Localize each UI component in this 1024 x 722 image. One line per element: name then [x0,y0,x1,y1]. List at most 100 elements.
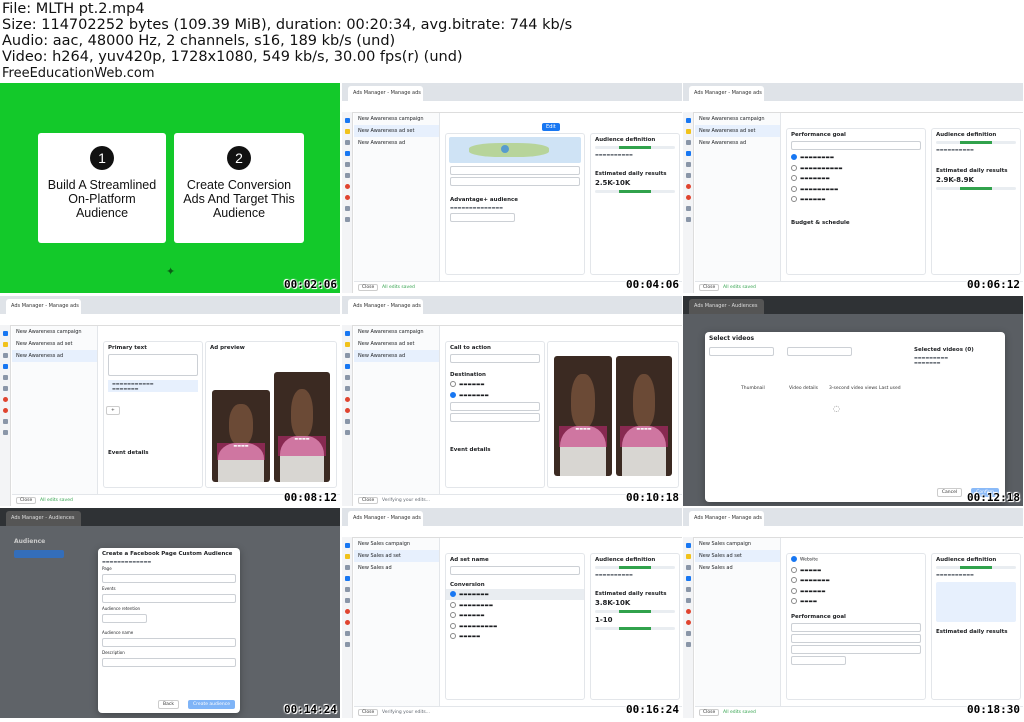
destination-card: Call to action Destination ▬▬▬▬▬▬ ▬▬▬▬▬▬… [445,341,545,488]
cost-per-result-input[interactable] [791,655,846,665]
dropdown-option[interactable]: ▬▬▬▬▬▬▬▬▬ [787,184,925,195]
back-button[interactable]: Back [158,700,179,709]
conversion-option[interactable]: ▬▬▬▬▬ [787,565,925,576]
ad-item[interactable]: New Sales ad [354,562,439,574]
retention-input[interactable] [102,614,147,623]
close-button[interactable]: Close [358,284,379,291]
cancel-button[interactable]: Cancel [936,488,963,497]
audience-size-gauge [936,566,1016,569]
address-bar[interactable] [683,526,1023,538]
conversion-option[interactable]: ▬▬▬▬▬▬ [446,610,584,621]
close-button[interactable]: Close [358,497,379,504]
close-button[interactable]: Close [699,284,720,291]
browser-tab[interactable]: Ads Manager - Manage ads [6,299,81,314]
call-to-action-select[interactable] [450,354,540,363]
ad-item[interactable]: New Sales ad [695,562,780,574]
close-button[interactable]: Close [16,497,37,504]
campaign-item[interactable]: New Sales campaign [354,538,439,550]
ad-set-item[interactable]: New Awareness ad set [695,125,780,137]
address-bar[interactable] [0,314,340,326]
address-bar[interactable] [342,314,682,326]
dropdown-option[interactable]: ▬▬▬▬▬▬▬▬▬▬ [787,163,925,174]
ad-item[interactable]: New Awareness ad [695,137,780,149]
conversion-option[interactable]: ▬▬▬▬▬ [446,631,584,642]
create-audience-button[interactable] [14,550,64,558]
events-select[interactable] [102,594,236,603]
ad-set-item[interactable]: New Sales ad set [354,550,439,562]
ad-item[interactable]: New Awareness ad [354,350,439,362]
reach-value: 3.8K-10K [595,599,631,607]
campaign-item[interactable]: New Awareness campaign [354,326,439,338]
page-select[interactable] [102,574,236,583]
campaign-item[interactable]: New Awareness campaign [695,113,780,125]
browser-tab[interactable]: Ads Manager - Audiences [689,299,764,314]
performance-goal-card: Performance goal ▬▬▬▬▬▬▬▬ ▬▬▬▬▬▬▬▬▬▬ ▬▬▬… [786,128,926,275]
browser-tab[interactable]: Ads Manager - Manage ads [348,511,423,526]
selected-videos-description: ▬▬▬▬▬▬▬▬▬ ▬▬▬▬▬▬▬ [914,355,949,365]
event-details-title: Event details [450,447,491,453]
display-link-input[interactable] [450,413,540,422]
close-button[interactable]: Close [699,709,720,716]
ad-set-item[interactable]: New Sales ad set [695,550,780,562]
conversion-option[interactable]: Website [787,554,925,565]
performance-goal-select[interactable] [791,622,921,632]
audience-name-input[interactable] [102,638,236,647]
column-thumbnail: Thumbnail [741,386,765,391]
ad-preview-card: ▬▬▬▬ ▬▬▬▬ [547,341,679,488]
address-bar[interactable] [342,101,682,113]
search-audiences-input[interactable] [450,166,580,175]
close-button[interactable]: Close [358,709,379,716]
conversion-option[interactable]: ▬▬▬▬ [787,596,925,607]
performance-goal-select[interactable] [791,141,921,150]
browser-tab[interactable]: Ads Manager - Audiences [6,511,81,526]
browser-tab[interactable]: Ads Manager - Manage ads [348,299,423,314]
ad-set-item[interactable]: New Awareness ad set [354,125,439,137]
ad-set-item[interactable]: New Awareness ad set [12,338,97,350]
edit-button[interactable]: Edit [542,123,560,131]
thumbnail-7: Ads Manager - Audiences Audience Create … [0,508,340,718]
conversion-option[interactable]: ▬▬▬▬▬▬▬ [787,575,925,586]
destination-option[interactable]: ▬▬▬▬▬▬ [446,379,544,390]
browser-tab[interactable]: Ads Manager - Manage ads [348,86,423,101]
create-audience-confirm-button[interactable]: Create audience [188,700,235,709]
preview-story: ▬▬▬▬ [616,356,672,476]
ad-item[interactable]: New Awareness ad [354,137,439,149]
browser-tab[interactable]: Ads Manager - Manage ads [689,511,764,526]
website-url-input[interactable] [450,402,540,411]
conversion-option[interactable]: ▬▬▬▬▬▬▬ [446,589,584,600]
audience-description: ▬▬▬▬▬▬▬▬▬▬ [595,152,633,157]
audience-suggestion-button[interactable] [450,213,515,222]
pixel-select[interactable] [791,633,921,643]
page-label: Page [102,566,112,571]
description-input[interactable] [102,658,236,667]
campaign-item[interactable]: New Awareness campaign [354,113,439,125]
conversion-card: Ad set name Conversion ▬▬▬▬▬▬▬ ▬▬▬▬▬▬▬▬ … [445,553,585,700]
conversion-event-select[interactable] [791,644,921,654]
primary-text-input[interactable] [108,354,198,376]
dropdown-option[interactable]: ▬▬▬▬▬▬▬▬ [787,152,925,163]
languages-input[interactable] [450,177,580,186]
address-bar[interactable] [683,101,1023,113]
page-filter[interactable] [787,347,853,356]
dropdown-option[interactable]: ▬▬▬▬▬▬▬ [787,173,925,184]
address-bar[interactable] [342,526,682,538]
audience-card: Advantage+ audience ▬▬▬▬▬▬▬▬▬▬▬▬▬▬ [445,133,585,275]
conversion-option[interactable]: ▬▬▬▬▬▬▬▬▬ [446,621,584,632]
conversion-option[interactable]: ▬▬▬▬▬▬▬▬ [446,600,584,611]
page-select[interactable] [709,347,774,356]
browser-tabbar: Ads Manager - Manage ads [683,508,1023,526]
add-text-option-button[interactable]: + [106,406,120,415]
ad-item[interactable]: New Awareness ad [12,350,97,362]
browser-tabbar: Ads Manager - Manage ads [0,296,340,314]
browser-tab[interactable]: Ads Manager - Manage ads [689,86,764,101]
campaign-item[interactable]: New Sales campaign [695,538,780,550]
file-size-info: Size: 114702252 bytes (109.39 MiB), dura… [2,17,573,33]
loading-spinner-icon: ◌ [833,404,840,413]
conversion-option[interactable]: ▬▬▬▬▬▬ [787,586,925,597]
campaign-item[interactable]: New Awareness campaign [12,326,97,338]
ad-set-name-input[interactable] [450,566,580,575]
estimated-results-title: Estimated daily results [595,171,667,177]
destination-option[interactable]: ▬▬▬▬▬▬▬ [446,390,544,401]
ad-set-item[interactable]: New Awareness ad set [354,338,439,350]
dropdown-option[interactable]: ▬▬▬▬▬▬ [787,194,925,205]
